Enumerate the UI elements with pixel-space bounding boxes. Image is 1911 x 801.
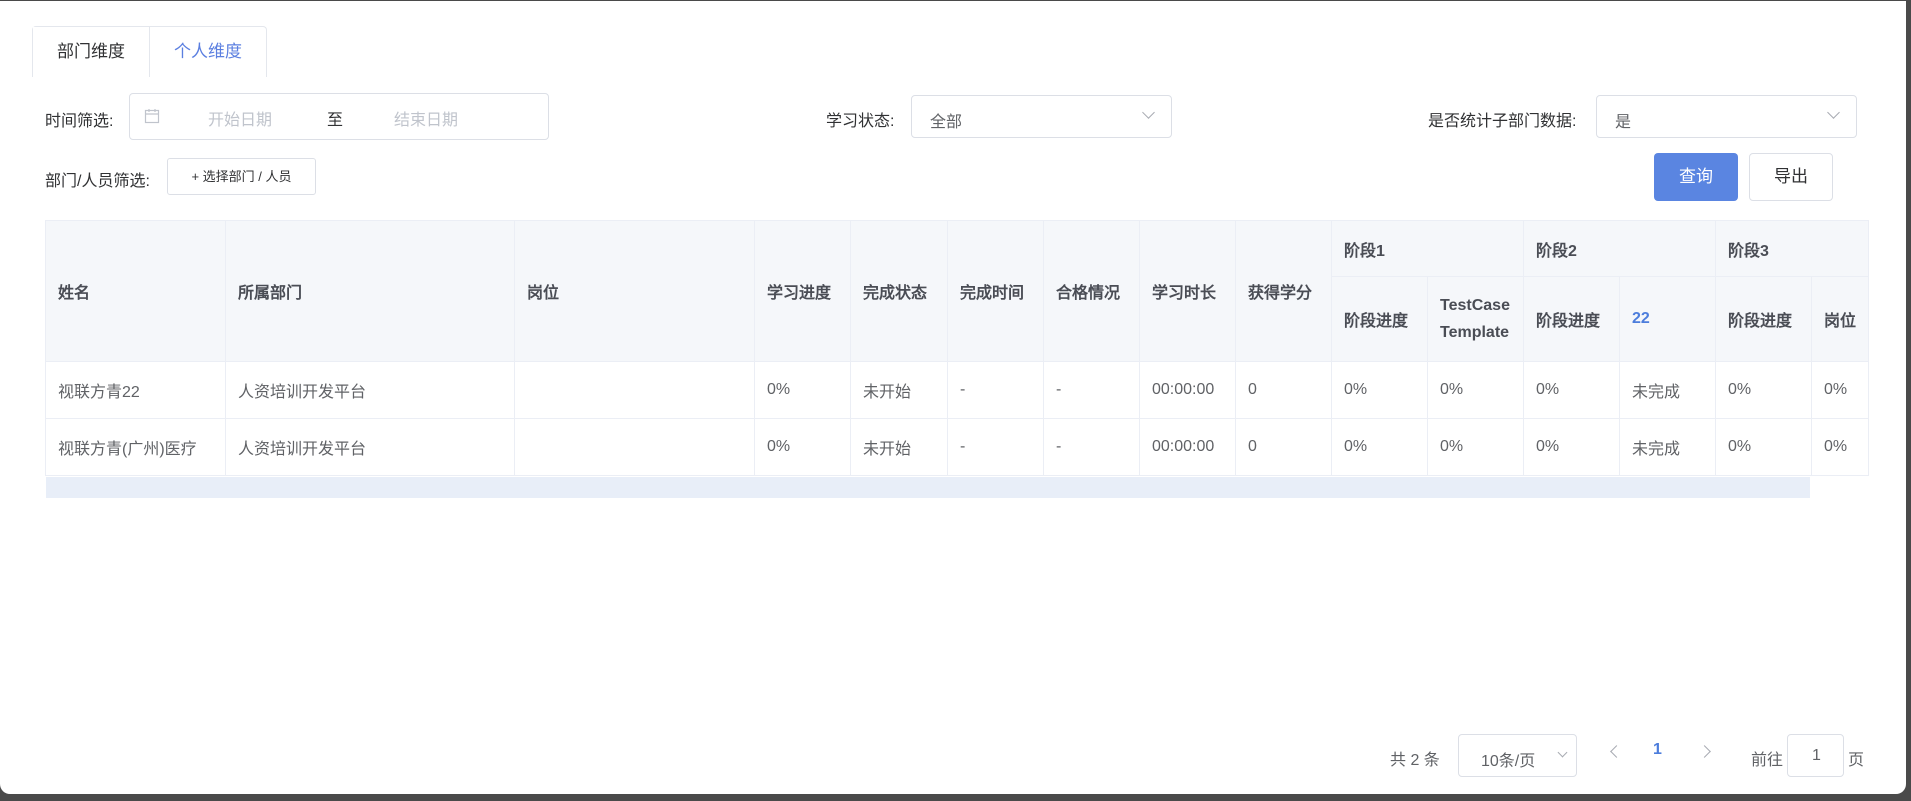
chevron-right-icon[interactable]	[1698, 745, 1711, 758]
horizontal-scrollbar[interactable]	[46, 477, 1810, 498]
dimension-tabs: 部门维度 个人维度	[32, 26, 267, 77]
cell: 人资培训开发平台	[225, 418, 515, 476]
cell: 0%	[1715, 418, 1812, 476]
range-separator: 至	[327, 112, 344, 129]
col-department[interactable]: 所属部门	[225, 220, 515, 362]
goto-suffix: 页	[1848, 752, 1865, 769]
col-stage2-progress[interactable]: 阶段进度	[1523, 276, 1620, 362]
cell: 未开始	[850, 418, 948, 476]
sub-dept-label: 是否统计子部门数据:	[1428, 113, 1577, 130]
col-credits[interactable]: 获得学分	[1235, 220, 1332, 362]
calendar-icon	[144, 109, 160, 124]
study-status-value: 全部	[930, 114, 963, 131]
cell: 0%	[1427, 418, 1524, 476]
col-stage3-progress[interactable]: 阶段进度	[1715, 276, 1812, 362]
sub-dept-select[interactable]: 是	[1596, 95, 1857, 138]
goto-page-input[interactable]: 1	[1787, 734, 1844, 777]
query-button[interactable]: 查询	[1654, 153, 1738, 201]
cell: 0%	[1331, 361, 1428, 419]
cell: 0%	[1523, 418, 1620, 476]
date-range-picker[interactable]: 开始日期 至 结束日期	[129, 93, 549, 140]
tab-department[interactable]: 部门维度	[33, 27, 150, 77]
study-status-label: 学习状态:	[826, 113, 895, 130]
select-dept-person-button[interactable]: + 选择部门 / 人员	[167, 158, 316, 195]
col-stage2-item-22[interactable]: 22	[1619, 276, 1716, 362]
col-group-stage3: 阶段3	[1714, 220, 1870, 277]
cell: 0%	[1331, 418, 1428, 476]
chevron-down-icon	[1827, 106, 1840, 119]
col-stage1-testcase[interactable]: TestCase Template	[1427, 276, 1524, 362]
table-row: 视联方青22 人资培训开发平台 0% 未开始 - - 00:00:00 0 0%…	[45, 361, 1870, 419]
col-qualified[interactable]: 合格情况	[1043, 220, 1140, 362]
table-row: 视联方青(广州)医疗 人资培训开发平台 0% 未开始 - - 00:00:00 …	[45, 418, 1870, 476]
col-group-stage2: 阶段2	[1523, 220, 1716, 277]
cell: 未完成	[1619, 418, 1716, 476]
tab-personal[interactable]: 个人维度	[150, 27, 266, 77]
cell: -	[1043, 418, 1140, 476]
col-completion-status[interactable]: 完成状态	[850, 220, 948, 362]
cell: 视联方青(广州)医疗	[45, 418, 226, 476]
cell: 0%	[1810, 418, 1870, 476]
chevron-left-icon[interactable]	[1610, 745, 1623, 758]
chevron-down-icon	[1142, 106, 1155, 119]
page-size-value: 10条/页	[1481, 753, 1536, 770]
cell: -	[947, 361, 1044, 419]
cell: 0%	[754, 361, 851, 419]
col-group-stage1: 阶段1	[1331, 220, 1524, 277]
cell: 人资培训开发平台	[225, 361, 515, 419]
cell: 0%	[1715, 361, 1812, 419]
cell: 0%	[1523, 361, 1620, 419]
col-completion-time[interactable]: 完成时间	[947, 220, 1044, 362]
goto-prefix: 前往	[1751, 752, 1784, 769]
chevron-down-icon	[1557, 747, 1568, 758]
cell: 未开始	[850, 361, 948, 419]
cell: 00:00:00	[1139, 361, 1236, 419]
report-table: 姓名 所属部门 岗位 学习进度 完成状态 完成时间 合格情况 学习时长 获得学分…	[45, 220, 1870, 476]
goto-page-value: 1	[1812, 747, 1821, 764]
dept-person-label: 部门/人员筛选:	[45, 173, 150, 190]
col-study-duration[interactable]: 学习时长	[1139, 220, 1236, 362]
cell: -	[1043, 361, 1140, 419]
sub-dept-value: 是	[1615, 114, 1632, 131]
page-size-select[interactable]: 10条/页	[1458, 734, 1577, 777]
page-number-current[interactable]: 1	[1653, 741, 1662, 759]
cell: 0%	[1427, 361, 1524, 419]
col-position[interactable]: 岗位	[514, 220, 755, 362]
end-date-input[interactable]: 结束日期	[394, 106, 458, 130]
main-panel: 部门维度 个人维度 时间筛选: 开始日期 至 结束日期 学习状态: 全部 是否统…	[0, 1, 1906, 794]
col-stage1-progress[interactable]: 阶段进度	[1331, 276, 1428, 362]
col-progress[interactable]: 学习进度	[754, 220, 851, 362]
time-filter-label: 时间筛选:	[45, 113, 114, 130]
cell	[514, 361, 755, 419]
cell: 0	[1235, 418, 1332, 476]
study-status-select[interactable]: 全部	[911, 95, 1172, 138]
export-button[interactable]: 导出	[1749, 153, 1833, 201]
col-name[interactable]: 姓名	[45, 220, 226, 362]
col-stage3-position[interactable]: 岗位	[1810, 276, 1870, 362]
cell: 0%	[754, 418, 851, 476]
cell: 未完成	[1619, 361, 1716, 419]
start-date-input[interactable]: 开始日期	[208, 106, 272, 130]
cell: 视联方青22	[45, 361, 226, 419]
cell: 0%	[1810, 361, 1870, 419]
cell	[514, 418, 755, 476]
cell: -	[947, 418, 1044, 476]
cell: 0	[1235, 361, 1332, 419]
cell: 00:00:00	[1139, 418, 1236, 476]
total-count: 共 2 条	[1390, 752, 1440, 769]
